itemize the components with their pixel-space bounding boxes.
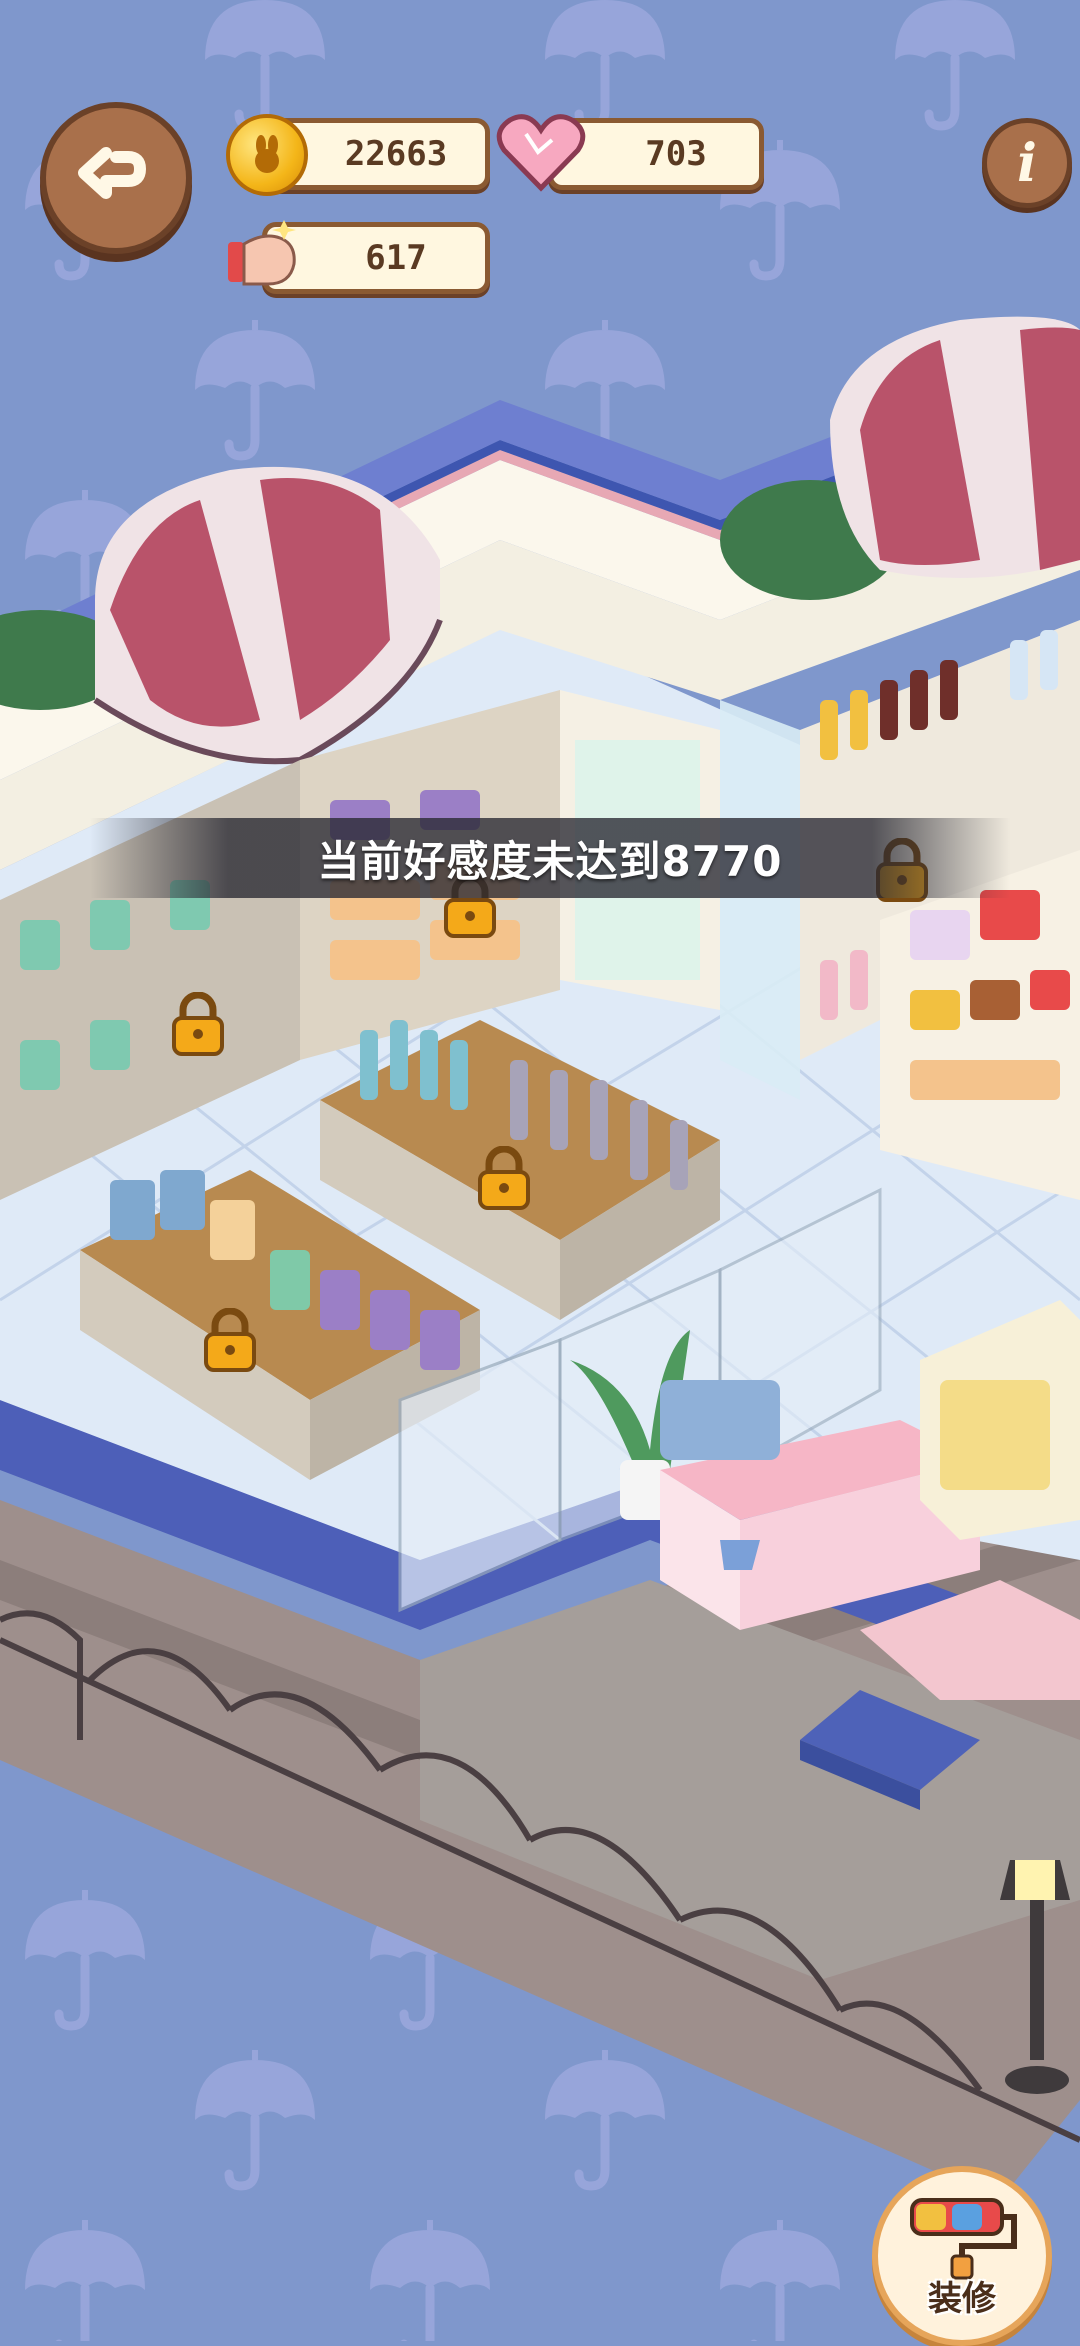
affection-tip-banner: 当前好感度未达到8770: [90, 818, 1010, 898]
coin-icon: [226, 114, 308, 196]
info-button[interactable]: i: [982, 118, 1072, 208]
shop-scene[interactable]: [0, 0, 1080, 2341]
paint-roller-icon: [910, 2198, 1017, 2280]
lock-icon[interactable]: [474, 1145, 534, 1210]
lock-icon[interactable]: [168, 991, 228, 1056]
heart-value: 703: [645, 134, 707, 174]
coin-value: 22663: [344, 134, 448, 174]
tip-text: 当前好感度未达到8770: [317, 836, 783, 886]
decorate-button[interactable]: 装修: [872, 2166, 1052, 2346]
hand-icon: [224, 214, 304, 290]
decorate-label: 装修: [928, 2279, 996, 2319]
back-button[interactable]: [40, 102, 192, 254]
lock-icon[interactable]: [200, 1307, 260, 1372]
heart-icon: [496, 114, 586, 192]
info-icon: i: [1017, 132, 1037, 194]
back-arrow-icon: [78, 147, 146, 199]
energy-value: 617: [365, 238, 427, 278]
shop-illustration: [0, 316, 1080, 2200]
